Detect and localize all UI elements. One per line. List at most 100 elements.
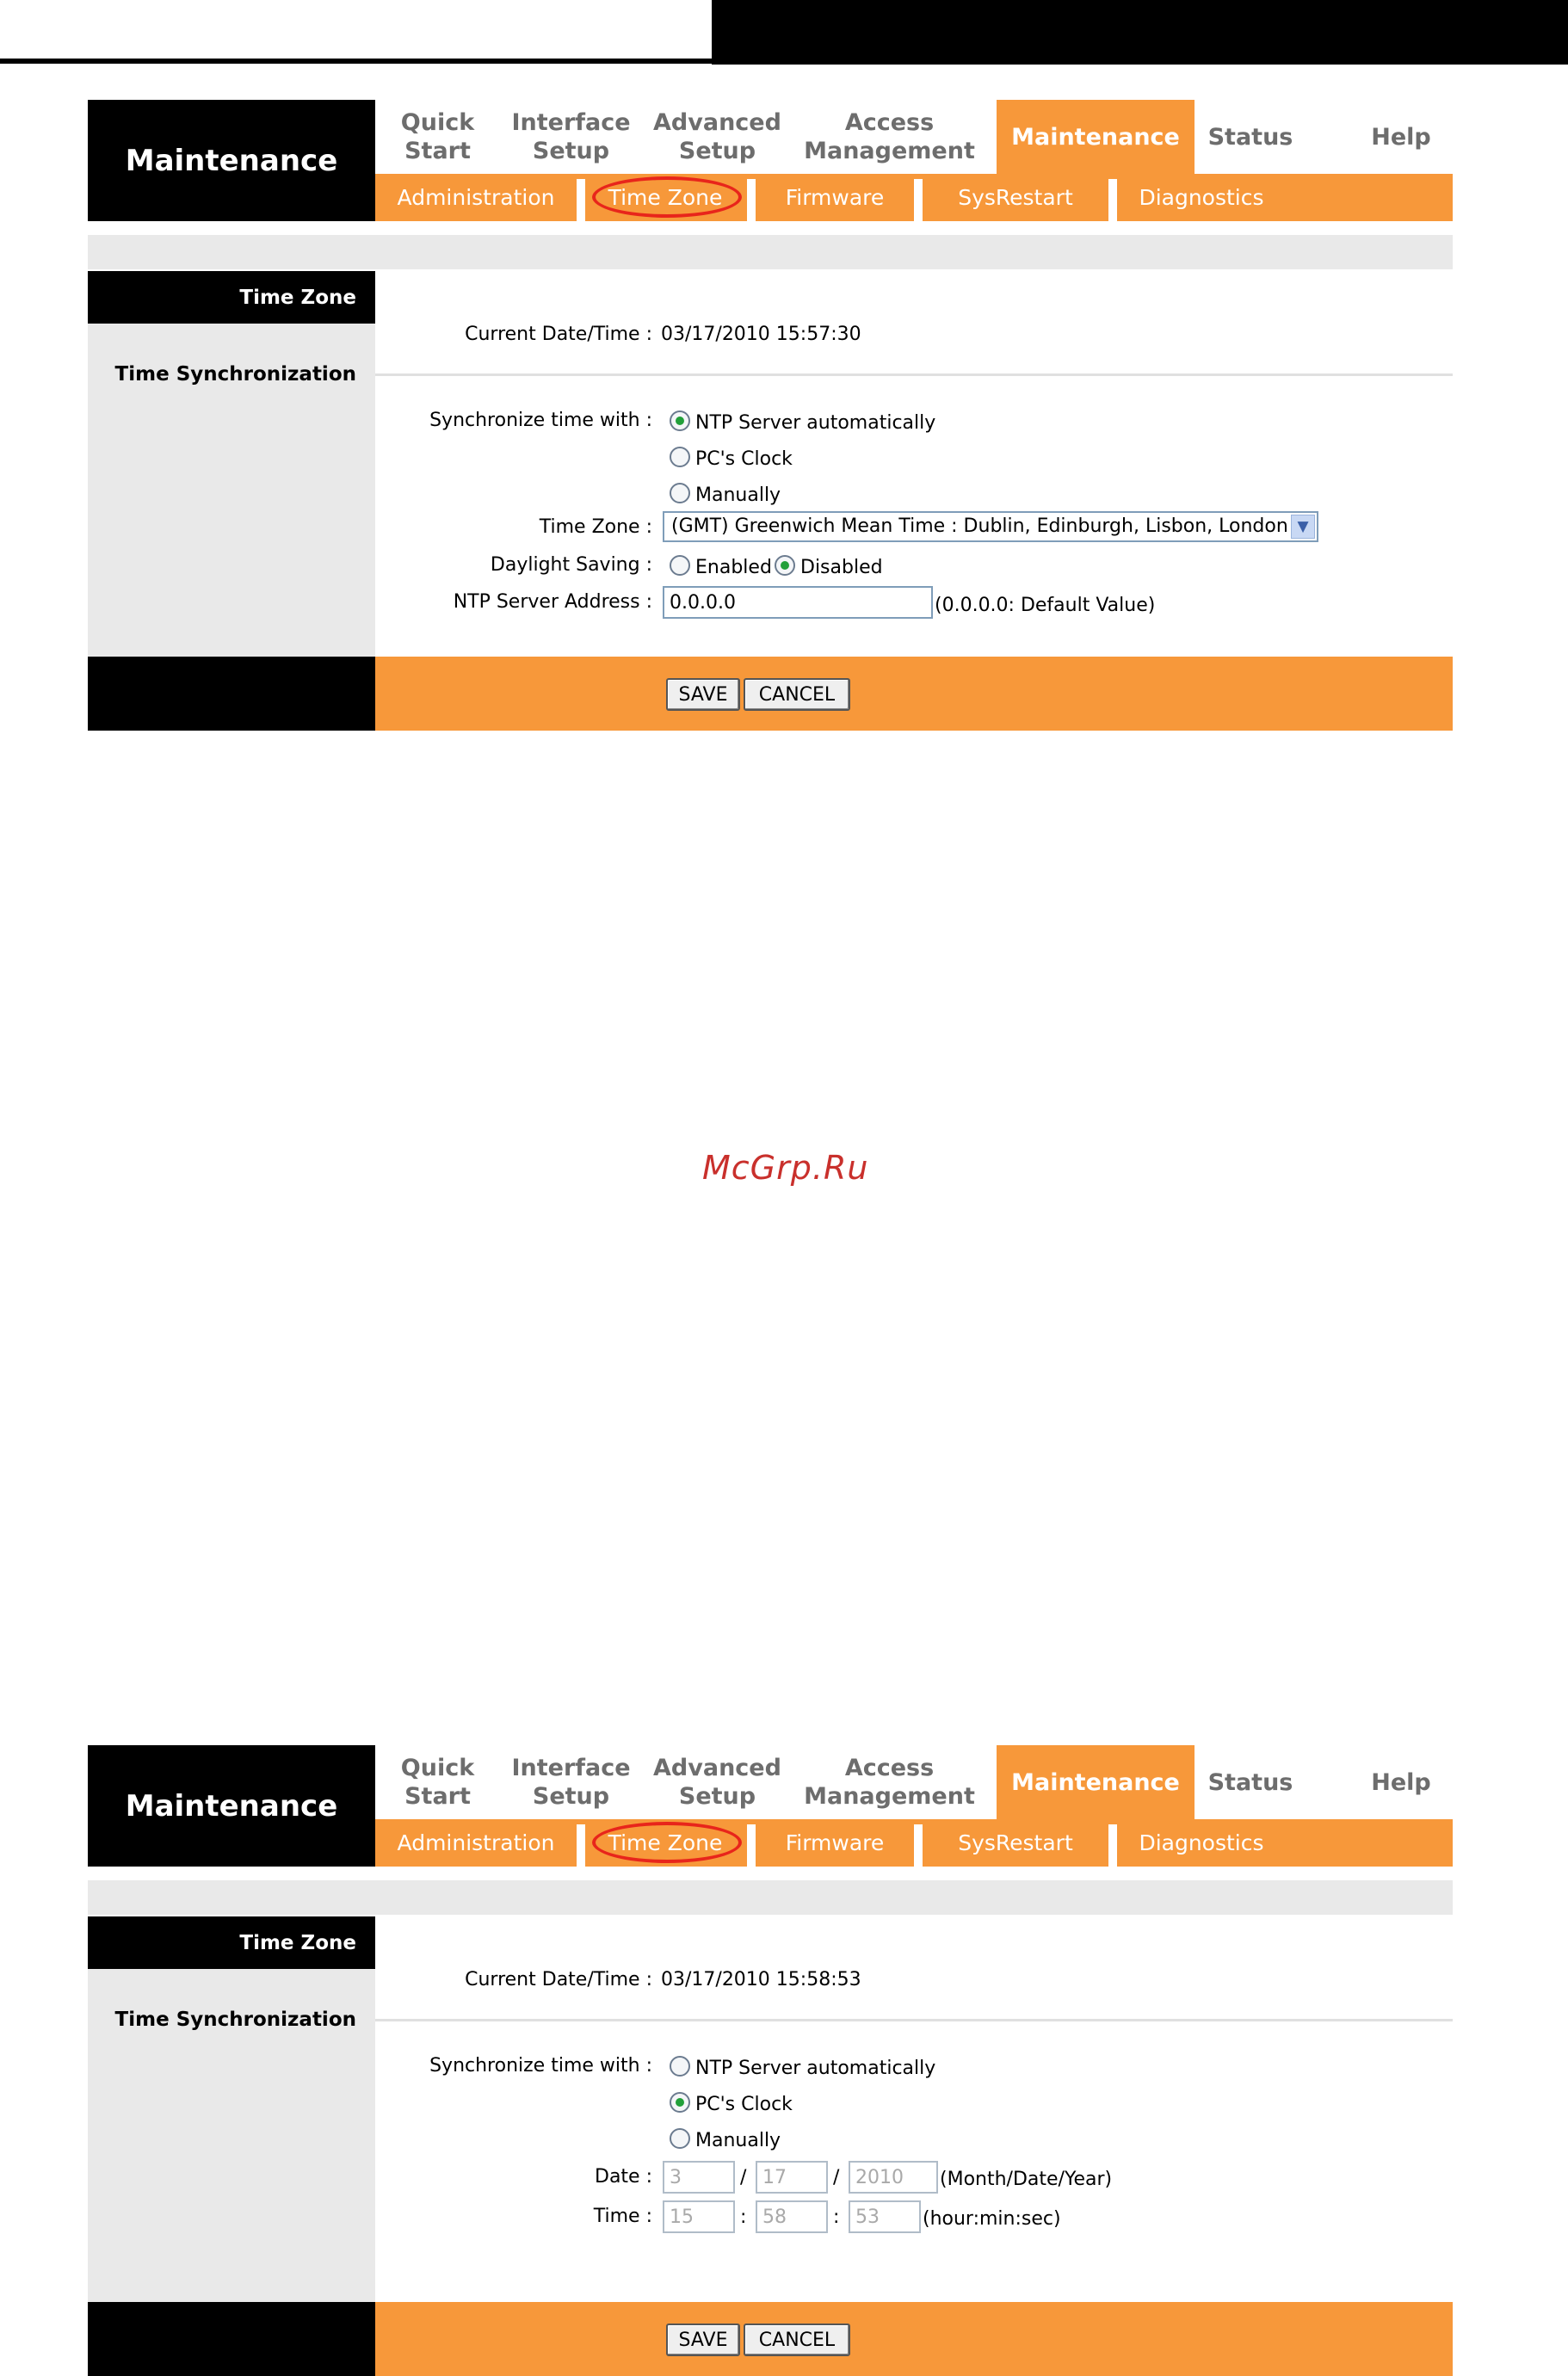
tab-quick-start[interactable]: Quick Start [375,1745,500,1819]
sync-label: Synchronize time with : [429,2055,652,2077]
sub-nav: Administration Time Zone Firmware SysRes… [375,174,1453,221]
current-datetime-value: 03/17/2010 15:57:30 [661,324,861,345]
date-day-input[interactable] [756,2161,828,2194]
subtab-sysrestart[interactable]: SysRestart [923,1819,1108,1867]
subtab-diagnostics[interactable]: Diagnostics [1117,174,1286,221]
tab-help[interactable]: Help [1349,100,1453,174]
sub-nav: Administration Time Zone Firmware SysRes… [375,1819,1453,1867]
subtab-diagnostics[interactable]: Diagnostics [1117,1819,1286,1867]
subnav-separator [577,179,585,221]
radio-pc-clock-label: PC's Clock [695,448,793,470]
radio-pc-clock-label: PC's Clock [695,2094,793,2115]
current-datetime-label: Current Date/Time : [465,1969,652,1990]
time-format-hint: (hour:min:sec) [923,2208,1061,2230]
main-nav: Quick Start Interface Setup Advanced Setup … [375,1745,1453,1819]
time-minute-input[interactable] [756,2200,828,2233]
footer-left [88,657,375,731]
router-panel-pc-clock: Maintenance Quick Start Interface Setup Ad… [88,1745,1453,2376]
tab-quick-start[interactable]: Quick Start [375,100,500,174]
save-button[interactable]: SAVE [666,678,740,711]
subnav-separator [747,179,756,221]
nav-brand: Maintenance [88,1745,375,1867]
subtab-firmware[interactable]: Firmware [756,174,914,221]
subtab-sysrestart[interactable]: SysRestart [923,174,1108,221]
save-button[interactable]: SAVE [666,2324,740,2356]
tab-interface-setup[interactable]: Interface Setup [500,1745,642,1819]
subnav-separator [914,179,923,221]
subnav-separator [914,1824,923,1867]
radio-manually-label: Manually [695,484,781,506]
time-hour-input[interactable] [663,2200,735,2233]
tab-advanced-setup[interactable]: Advanced Setup [642,1745,793,1819]
tab-access-management[interactable]: Access Management [793,1745,986,1819]
current-datetime-value: 03/17/2010 15:58:53 [661,1969,861,1990]
header-black-block [712,0,1568,65]
tab-advanced-setup[interactable]: Advanced Setup [642,100,793,174]
nav-brand: Maintenance [88,100,375,221]
subnav-separator [1108,1824,1117,1867]
time-zone-select[interactable]: (GMT) Greenwich Mean Time : Dublin, Edin… [663,511,1318,542]
subtab-administration[interactable]: Administration [375,1819,577,1867]
cancel-button[interactable]: CANCEL [744,678,850,711]
tab-maintenance[interactable]: Maintenance [997,100,1195,174]
page-header-bar [0,0,1568,69]
subnav-separator [577,1824,585,1867]
router-panel-ntp: Maintenance Quick Start Interface Setup Ad… [88,100,1453,731]
radio-daylight-enabled-label: Enabled [695,557,772,578]
radio-daylight-disabled[interactable] [775,555,795,576]
section-divider [375,2019,1453,2021]
radio-ntp-server-label: NTP Server automatically [695,412,936,434]
radio-manually-label: Manually [695,2130,781,2151]
ntp-server-address-input[interactable] [663,586,933,619]
time-zone-label: Time Zone : [539,516,652,538]
radio-ntp-server[interactable] [670,2056,690,2077]
section-divider [375,373,1453,376]
radio-daylight-enabled[interactable] [670,555,690,576]
radio-pc-clock[interactable] [670,2092,690,2113]
subnav-separator [1108,179,1117,221]
radio-ntp-server[interactable] [670,410,690,431]
tab-access-management[interactable]: Access Management [793,100,986,174]
radio-manually[interactable] [670,483,690,503]
date-year-input[interactable] [849,2161,938,2194]
current-datetime-label: Current Date/Time : [465,324,652,345]
footer-bar: SAVE CANCEL [375,2302,1453,2376]
tab-help[interactable]: Help [1349,1745,1453,1819]
radio-pc-clock[interactable] [670,447,690,467]
cancel-button[interactable]: CANCEL [744,2324,850,2356]
main-nav: Quick Start Interface Setup Advanced Setup … [375,100,1453,174]
spacer-bar [88,235,1453,269]
section-title: Time Zone [88,271,375,324]
sync-label: Synchronize time with : [429,410,652,431]
tab-status[interactable]: Status [1195,100,1306,174]
tab-interface-setup[interactable]: Interface Setup [500,100,642,174]
section-label: Time Synchronization [114,363,356,386]
date-separator: / [833,2167,840,2188]
section-title: Time Zone [88,1916,375,1969]
time-separator: : [833,2206,840,2228]
radio-ntp-server-label: NTP Server automatically [695,2058,936,2079]
radio-daylight-disabled-label: Disabled [800,557,883,578]
date-format-hint: (Month/Date/Year) [940,2169,1113,2190]
subtab-firmware[interactable]: Firmware [756,1819,914,1867]
time-zone-selected-value: (GMT) Greenwich Mean Time : Dublin, Edin… [671,515,1288,537]
daylight-saving-label: Daylight Saving : [490,554,652,576]
date-month-input[interactable] [663,2161,735,2194]
highlight-ring [592,176,742,218]
highlight-ring [592,1822,742,1863]
ntp-server-hint: (0.0.0.0: Default Value) [935,595,1156,616]
chevron-down-icon[interactable]: ▼ [1291,515,1315,539]
time-second-input[interactable] [849,2200,921,2233]
subnav-separator [747,1824,756,1867]
section-label: Time Synchronization [114,2009,356,2031]
footer-left [88,2302,375,2376]
radio-manually[interactable] [670,2128,690,2149]
tab-maintenance[interactable]: Maintenance [997,1745,1195,1819]
subtab-administration[interactable]: Administration [375,174,577,221]
date-separator: / [740,2167,747,2188]
ntp-server-address-label: NTP Server Address : [453,591,652,613]
watermark-text: McGrp.Ru [702,1149,869,1187]
footer-bar: SAVE CANCEL [375,657,1453,731]
tab-status[interactable]: Status [1195,1745,1306,1819]
spacer-bar [88,1880,1453,1915]
